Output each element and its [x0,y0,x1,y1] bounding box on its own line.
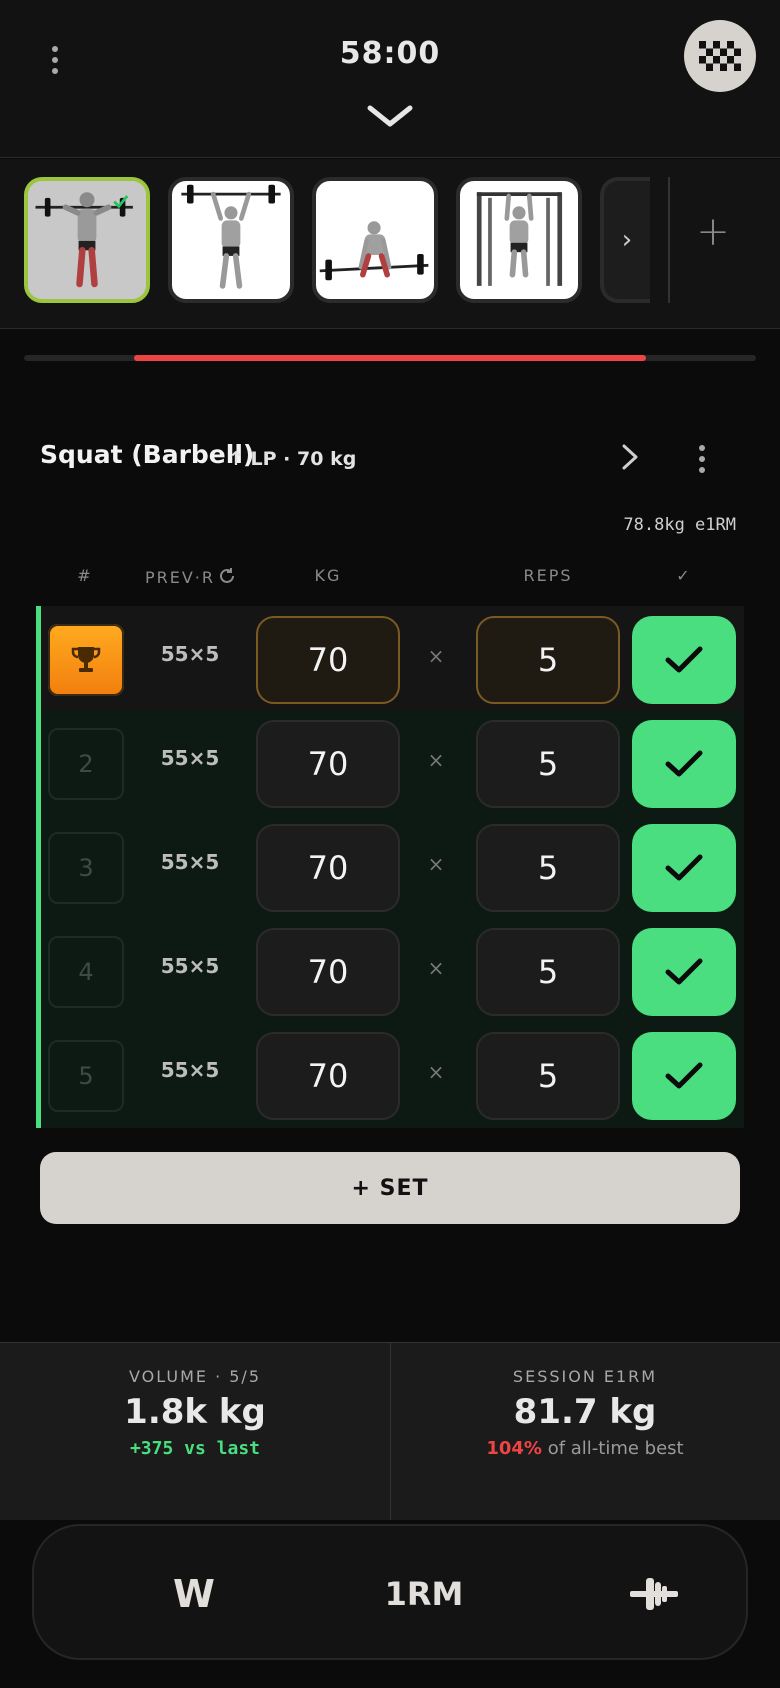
pull-up-rack-figure-icon [476,192,563,286]
session-timer[interactable]: 58:00 [0,36,780,71]
session-e1rm-stat: SESSION E1RM 81.7 kg 104% of all-time be… [390,1343,780,1459]
set-number[interactable]: 5 [48,1040,124,1112]
set-row: 4 55×5 70 × 5 [0,918,780,1022]
volume-delta: +375 vs last [129,1438,261,1459]
col-header-prev[interactable]: PREV·R [136,566,246,587]
exercise-thumb-overhead-press[interactable] [24,177,150,303]
toolbar-pill: W 1RM [32,1524,748,1660]
set-complete-button[interactable] [632,928,736,1016]
thumbnails-more-chevron-icon[interactable]: › [600,177,650,303]
volume-value: 1.8k kg [124,1392,266,1432]
set-kg-input[interactable]: 70 [256,824,400,912]
exercise-title[interactable]: Squat (Barbell) [40,440,254,469]
volume-stat: VOLUME · 5/5 1.8k kg +375 vs last [0,1343,390,1459]
col-header-reps: REPS [523,566,573,585]
session-e1rm-value: 81.7 kg [513,1392,657,1432]
exercise-thumb-pull-up[interactable] [456,177,582,303]
set-pr-badge[interactable] [48,624,124,696]
set-row: 2 55×5 70 × 5 [0,710,780,814]
bottom-toolbar: W 1RM [0,1520,780,1688]
e1rm-percent: 104% [486,1438,542,1459]
set-reps-input[interactable]: 5 [476,720,620,808]
exercise-thumbnail-strip: › + [0,159,780,329]
check-icon [665,750,703,777]
set-prev-value[interactable]: 55×5 [140,954,240,978]
exercise-progression-label: ↑ LP · 70 kg [228,448,357,470]
times-sign: × [427,748,445,772]
times-sign: × [427,956,445,980]
chevron-right-icon[interactable] [620,442,640,472]
chevron-down-icon[interactable] [366,104,414,130]
check-icon [665,1062,703,1089]
times-sign: × [427,1060,445,1084]
exercise-menu-kebab-icon[interactable] [698,445,706,478]
set-complete-button[interactable] [632,616,736,704]
session-e1rm-comparison: 104% of all-time best [390,1438,780,1459]
refresh-icon[interactable] [217,566,237,586]
add-set-button[interactable]: + SET [40,1152,740,1224]
set-complete-button[interactable] [632,824,736,912]
e1rm-suffix: of all-time best [541,1438,684,1459]
set-prev-value[interactable]: 55×5 [140,746,240,770]
set-complete-button[interactable] [632,1032,736,1120]
press-overhead-figure-icon [181,184,281,289]
volume-label: VOLUME · 5/5 [128,1367,261,1386]
plate-calculator-button[interactable] [594,1566,714,1622]
col-header-prev-label: PREV·R [144,568,216,587]
col-header-kg: KG [314,566,342,585]
set-number[interactable]: 4 [48,936,124,1008]
set-row: 55×5 70 × 5 [0,606,780,710]
set-kg-input[interactable]: 70 [256,1032,400,1120]
set-reps-input[interactable]: 5 [476,928,620,1016]
workout-progress-fill [134,355,646,361]
set-row: 3 55×5 70 × 5 [0,814,780,918]
exercise-e1rm: 78.8kg e1RM [623,515,736,535]
set-reps-input[interactable]: 5 [476,616,620,704]
set-number[interactable]: 3 [48,832,124,904]
set-prev-value[interactable]: 55×5 [140,850,240,874]
set-kg-input[interactable]: 70 [256,720,400,808]
set-number[interactable]: 2 [48,728,124,800]
set-kg-input[interactable]: 70 [256,616,400,704]
exercise-thumb-overhead-press-standing[interactable] [168,177,294,303]
header: 58:00 [0,0,780,158]
checkered-flag-icon [699,41,741,71]
set-prev-value[interactable]: 55×5 [140,1058,240,1082]
barbell-plate-icon [630,1578,678,1610]
session-e1rm-label: SESSION E1RM [512,1367,658,1386]
set-complete-button[interactable] [632,720,736,808]
exercise-thumb-deadlift[interactable] [312,177,438,303]
set-prev-value[interactable]: 55×5 [140,642,240,666]
check-icon [665,646,703,673]
overhead-press-figure-icon [28,181,146,299]
set-kg-input[interactable]: 70 [256,928,400,1016]
col-header-num: # [77,566,93,585]
col-header-check: ✓ [676,566,692,585]
one-rm-button[interactable]: 1RM [364,1566,484,1622]
session-stats-panel: VOLUME · 5/5 1.8k kg +375 vs last SESSIO… [0,1342,780,1521]
check-icon [665,854,703,881]
trophy-icon [71,647,101,672]
set-row: 5 55×5 70 × 5 [0,1022,780,1126]
set-reps-input[interactable]: 5 [476,1032,620,1120]
set-reps-input[interactable]: 5 [476,824,620,912]
add-exercise-button[interactable]: + [690,209,736,255]
thumbnails-divider [668,177,670,303]
times-sign: × [427,644,445,668]
finish-flag-button[interactable] [684,20,756,92]
warmup-button[interactable]: W [134,1566,254,1622]
check-icon [665,958,703,985]
deadlift-figure-icon [319,221,429,281]
times-sign: × [427,852,445,876]
